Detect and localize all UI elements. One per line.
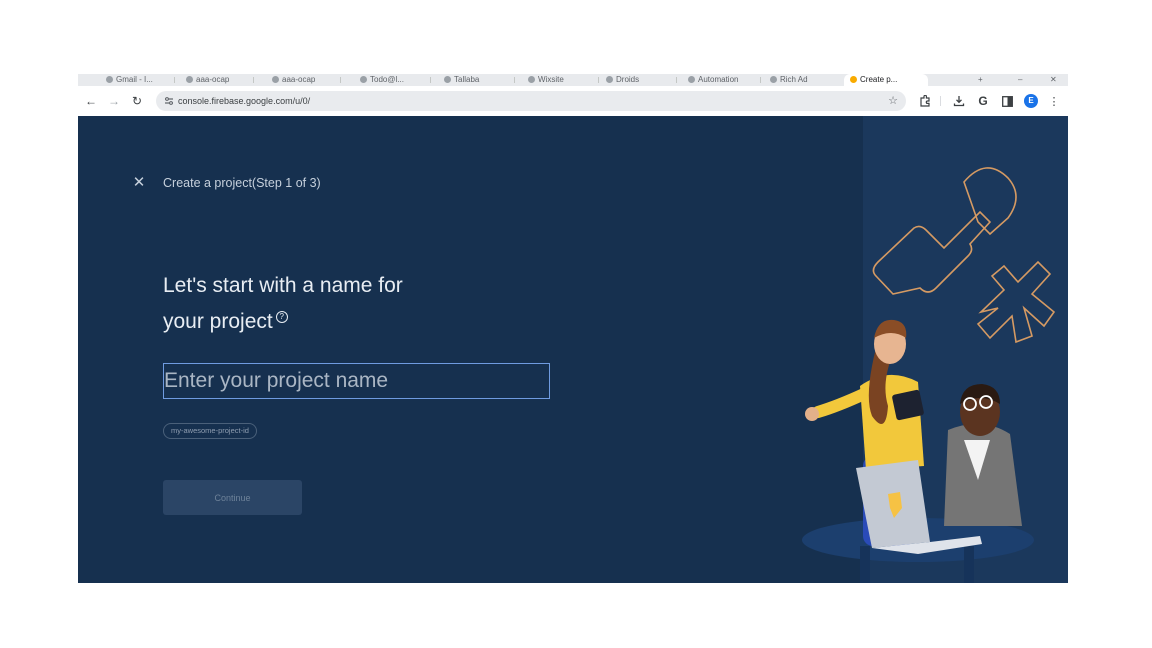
table-leg [860, 546, 870, 583]
tab-favicon [360, 76, 367, 83]
tab-favicon [850, 76, 857, 83]
tab-label: Automation [698, 75, 739, 84]
tab-favicon [272, 76, 279, 83]
tab-label: Gmail - I... [116, 75, 153, 84]
tab-separator [598, 77, 599, 83]
tab-favicon [186, 76, 193, 83]
headline-line-1: Let's start with a name for [163, 274, 403, 297]
project-name-input[interactable] [163, 363, 550, 399]
minimize-icon[interactable]: – [1018, 74, 1022, 86]
reload-icon[interactable]: ↻ [128, 86, 146, 116]
tab-favicon [528, 76, 535, 83]
tab-label: Create p... [860, 75, 898, 84]
browser-tab[interactable]: Todo@l... [360, 74, 422, 86]
project-id-chip[interactable]: my-awesome-project-id [163, 423, 257, 439]
tab-separator [174, 77, 175, 83]
toolbar-divider [940, 96, 941, 106]
address-bar[interactable]: console.firebase.google.com/u/0/ ☆ [156, 91, 906, 111]
person-hand [805, 407, 819, 421]
browser-tab[interactable]: Gmail - I... [106, 74, 166, 86]
back-icon[interactable]: ← [82, 86, 100, 116]
close-icon[interactable]: ✕ [131, 175, 147, 191]
person-hoodie [944, 423, 1022, 526]
headline-text: your project [163, 310, 273, 333]
tab-strip: Gmail - I... aaa-ocap aaa-ocap Todo@l...… [78, 74, 1068, 86]
decor-outline-shape [872, 167, 1017, 295]
url-text[interactable]: console.firebase.google.com/u/0/ [178, 91, 310, 111]
continue-button[interactable]: Continue [163, 480, 302, 515]
site-info-icon[interactable] [162, 91, 176, 111]
tab-favicon [770, 76, 777, 83]
browser-tab[interactable]: Tallaba [444, 74, 506, 86]
decor-asterisk-shape [976, 260, 1056, 344]
tab-label: Rich Ad [780, 75, 808, 84]
browser-toolbar: ← → ↻ console.firebase.google.com/u/0/ ☆… [78, 86, 1068, 116]
bookmark-star-icon[interactable]: ☆ [888, 91, 898, 111]
tab-favicon [106, 76, 113, 83]
tab-label: Droids [616, 75, 640, 84]
headline-line-2: your project? [163, 304, 503, 340]
tab-separator [430, 77, 431, 83]
tab-separator [514, 77, 515, 83]
tab-separator [253, 77, 254, 83]
project-illustration [802, 167, 1056, 583]
browser-tab[interactable]: Wixsite [528, 74, 592, 86]
kebab-menu-icon[interactable]: ⋮ [1045, 86, 1063, 116]
tab-label: Wixsite [538, 75, 564, 84]
tab-separator [676, 77, 677, 83]
browser-tab[interactable]: aaa-ocap [272, 74, 332, 86]
download-icon[interactable] [950, 86, 968, 116]
side-panel-icon[interactable] [998, 86, 1016, 116]
step-title: Create a project(Step 1 of 3) [163, 176, 321, 190]
browser-tab[interactable]: aaa-ocap [186, 74, 246, 86]
new-tab-icon[interactable]: + [978, 74, 983, 86]
tab-favicon [606, 76, 613, 83]
table-leg [964, 546, 974, 583]
browser-tab[interactable]: Droids [606, 74, 668, 86]
forward-icon[interactable]: → [105, 86, 123, 116]
tab-separator [340, 77, 341, 83]
help-icon[interactable]: ? [275, 311, 288, 323]
extensions-icon[interactable] [916, 86, 934, 116]
tab-label: Tallaba [454, 75, 480, 84]
tab-label: aaa-ocap [196, 75, 230, 84]
browser-tab-active[interactable]: Create p... [844, 74, 928, 86]
google-icon[interactable]: G [974, 86, 992, 116]
browser-tab[interactable]: Rich Ad [770, 74, 834, 86]
firebase-create-project-page: ✕ Create a project(Step 1 of 3) Let's st… [78, 116, 1068, 583]
page-headline: Let's start with a name for your project… [163, 268, 503, 340]
tab-label: Todo@l... [370, 75, 404, 84]
tab-separator [760, 77, 761, 83]
window-close-icon[interactable]: ✕ [1050, 74, 1057, 86]
profile-avatar[interactable]: E [1024, 94, 1038, 108]
browser-window: Gmail - I... aaa-ocap aaa-ocap Todo@l...… [78, 74, 1068, 583]
tab-favicon [688, 76, 695, 83]
tab-label: aaa-ocap [282, 75, 316, 84]
person-arm [812, 388, 870, 418]
browser-tab[interactable]: Automation [688, 74, 752, 86]
tab-favicon [444, 76, 451, 83]
